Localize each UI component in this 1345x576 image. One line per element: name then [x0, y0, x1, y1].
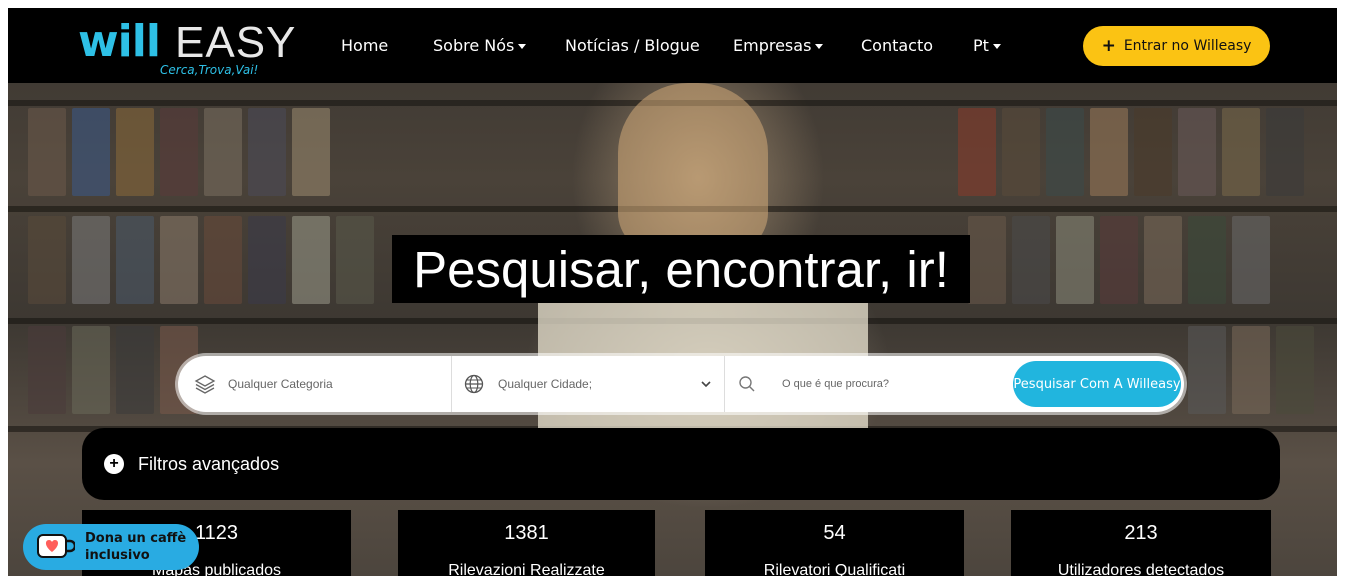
advanced-filters-toggle[interactable]: + Filtros avançados: [82, 428, 1280, 500]
record-row: [28, 326, 198, 414]
logo-tagline: Cerca,Trova,Vai!: [160, 63, 259, 77]
search-divider: [724, 356, 725, 412]
stat-label: Utilizadores detectados: [1057, 562, 1225, 576]
logo-easy-text: EASY: [175, 18, 297, 67]
enter-willeasy-label: Entrar no Willeasy: [1123, 38, 1252, 54]
stat-card-surveyors: 54 Rilevatori Qualificati: [705, 510, 964, 576]
caret-down-icon: [815, 44, 824, 49]
record-row: [968, 216, 1270, 304]
stat-card-surveys: 1381 Rilevazioni Realizzate: [398, 510, 655, 576]
plus-icon: +: [104, 454, 124, 474]
nav-item-sobre-nos[interactable]: Sobre Nós: [433, 36, 527, 55]
nav-item-label: Home: [341, 36, 389, 55]
donate-label: Dona un caffè inclusivo: [85, 530, 186, 564]
search-icon: [738, 375, 756, 393]
search-button[interactable]: Pesquisar Com A Willeasy: [1013, 361, 1181, 407]
record-row: [1188, 326, 1314, 414]
stat-number: 54: [823, 522, 846, 544]
person-hair-shape: [618, 83, 768, 253]
willeasy-logo[interactable]: will EASY Cerca,Trova,Vai!: [78, 16, 295, 80]
nav-item-label: Contacto: [861, 36, 934, 55]
record-row: [958, 108, 1304, 196]
stat-number: 1381: [504, 522, 549, 544]
language-selector[interactable]: Pt: [973, 36, 1001, 55]
globe-icon: [464, 374, 484, 394]
stat-number: 213: [1124, 522, 1158, 544]
city-placeholder: Qualquer Cidade;: [498, 377, 593, 391]
query-input[interactable]: O que é que procura?: [738, 356, 1008, 412]
category-select[interactable]: Qualquer Categoria: [194, 356, 449, 412]
layers-icon: [194, 373, 216, 395]
search-bar: Qualquer Categoria Qualquer Cidade; O qu…: [178, 356, 1184, 412]
chevron-down-icon: [700, 378, 712, 393]
coffee-cup-heart-icon: [37, 534, 77, 560]
enter-willeasy-button[interactable]: + Entrar no Willeasy: [1083, 26, 1270, 66]
caret-down-icon: [992, 44, 1001, 49]
stat-label: Rilevazioni Realizzate: [448, 562, 605, 576]
nav-item-label: Empresas: [733, 36, 812, 55]
donate-line-1: Dona un caffè: [85, 531, 187, 546]
nav-item-contacto[interactable]: Contacto: [861, 36, 933, 55]
advanced-filters-label: Filtros avançados: [138, 454, 280, 474]
hero-headline: Pesquisar, encontrar, ir!: [392, 235, 970, 303]
record-row: [28, 108, 330, 196]
search-divider: [451, 356, 452, 412]
nav-item-home[interactable]: Home: [341, 36, 388, 55]
category-placeholder: Qualquer Categoria: [228, 377, 333, 391]
record-row: [28, 216, 374, 304]
plus-icon: +: [1101, 36, 1116, 56]
page-frame: will EASY Cerca,Trova,Vai! Home Sobre Nó…: [8, 8, 1337, 576]
nav-item-label: Notícias / Blogue: [565, 36, 700, 55]
donate-line-2: inclusivo: [85, 548, 150, 563]
city-select[interactable]: Qualquer Cidade;: [464, 356, 724, 412]
language-label: Pt: [973, 36, 989, 55]
stat-label: Rilevatori Qualificati: [763, 562, 906, 576]
top-navbar: will EASY Cerca,Trova,Vai! Home Sobre Nó…: [8, 8, 1337, 83]
nav-item-empresas[interactable]: Empresas: [733, 36, 824, 55]
logo-will-text: will: [78, 16, 161, 67]
query-placeholder: O que é que procura?: [782, 378, 890, 390]
stat-card-users: 213 Utilizadores detectados: [1011, 510, 1271, 576]
nav-item-noticias-blogue[interactable]: Notícias / Blogue: [565, 36, 700, 55]
donate-coffee-button[interactable]: Dona un caffè inclusivo: [23, 524, 199, 570]
nav-item-label: Sobre Nós: [433, 36, 515, 55]
caret-down-icon: [518, 44, 527, 49]
